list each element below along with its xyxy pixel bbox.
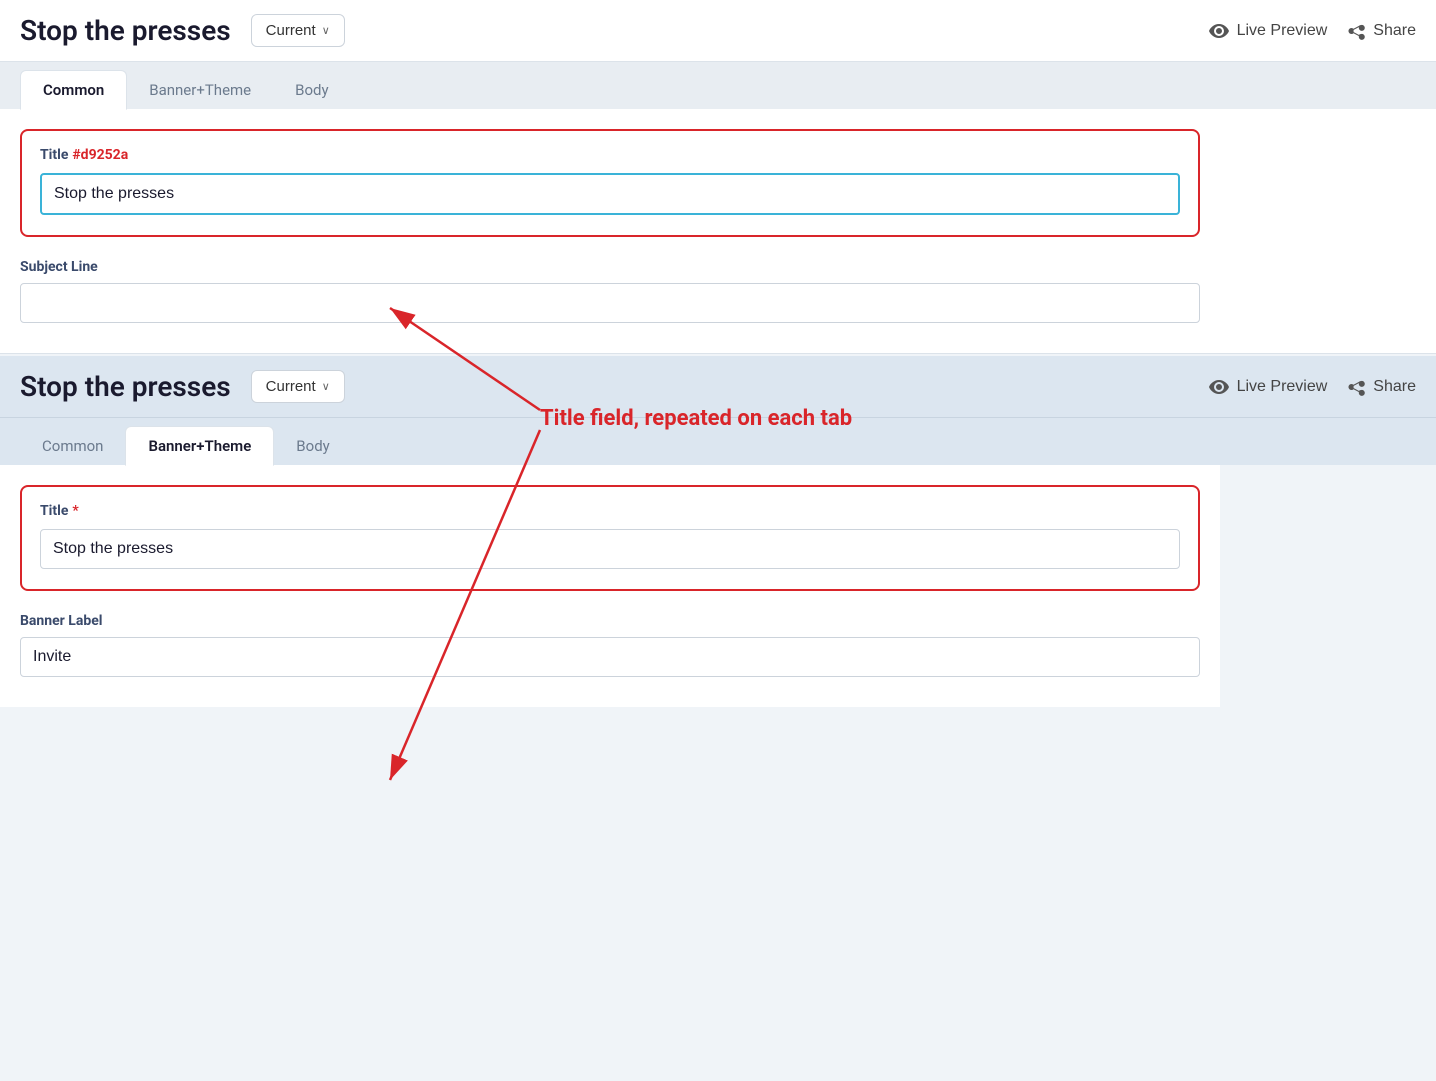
bottom-share-button[interactable]: Share (1347, 378, 1416, 396)
bottom-live-preview-label: Live Preview (1237, 378, 1328, 396)
top-current-button[interactable]: Current ∨ (251, 14, 345, 47)
top-share-label: Share (1373, 22, 1416, 40)
top-tab-common[interactable]: Common (20, 70, 127, 110)
bottom-header-actions: Live Preview Share (1209, 378, 1416, 396)
top-tab-body[interactable]: Body (273, 71, 350, 109)
share-icon (1347, 22, 1365, 40)
bottom-title-label: Title * (40, 503, 1180, 519)
bottom-live-preview-button[interactable]: Live Preview (1209, 378, 1328, 396)
bottom-share-icon (1347, 378, 1365, 396)
bottom-banner-label-section: Banner Label (20, 613, 1200, 677)
bottom-tab-body[interactable]: Body (274, 427, 351, 465)
bottom-header: Stop the presses Current ∨ Live Preview … (0, 356, 1436, 418)
top-header-actions: Live Preview Share (1209, 22, 1416, 40)
bottom-tabs-bar: Common Banner+Theme Body (0, 418, 1436, 465)
bottom-chevron-icon: ∨ (322, 380, 330, 393)
top-subject-label: Subject Line (20, 259, 1200, 275)
top-live-preview-button[interactable]: Live Preview (1209, 22, 1328, 40)
top-title-input[interactable] (40, 173, 1180, 215)
top-live-preview-label: Live Preview (1237, 22, 1328, 40)
bottom-page-title: Stop the presses (20, 370, 231, 403)
top-share-button[interactable]: Share (1347, 22, 1416, 40)
bottom-title-input[interactable] (40, 529, 1180, 569)
bottom-banner-input[interactable] (20, 637, 1200, 677)
top-title-section: Title #d9252a (20, 129, 1200, 237)
top-page-title: Stop the presses (20, 14, 231, 47)
bottom-current-label: Current (266, 378, 316, 395)
top-tab-banner-theme[interactable]: Banner+Theme (127, 71, 273, 109)
top-form-area: Title #d9252a Subject Line (0, 109, 1220, 353)
bottom-share-label: Share (1373, 378, 1416, 396)
top-tabs-bar: Common Banner+Theme Body (0, 62, 1436, 109)
bottom-title-section: Title * (20, 485, 1200, 591)
bottom-banner-label: Banner Label (20, 613, 1200, 629)
top-current-label: Current (266, 22, 316, 39)
top-subject-input[interactable] (20, 283, 1200, 323)
bottom-wrapper: Stop the presses Current ∨ Live Preview … (0, 356, 1436, 707)
bottom-title-required-star: * (72, 503, 78, 519)
bottom-tab-banner-theme[interactable]: Banner+Theme (125, 426, 274, 466)
top-chevron-icon: ∨ (322, 24, 330, 37)
top-title-required-star: #d9252a (72, 147, 128, 163)
top-title-label: Title #d9252a (40, 147, 1180, 163)
bottom-current-button[interactable]: Current ∨ (251, 370, 345, 403)
eye-icon (1209, 24, 1229, 38)
bottom-tab-common[interactable]: Common (20, 427, 125, 465)
top-subject-section: Subject Line (20, 259, 1200, 323)
bottom-eye-icon (1209, 380, 1229, 394)
top-header: Stop the presses Current ∨ Live Preview (0, 0, 1436, 62)
bottom-form-area: Title * Banner Label (0, 465, 1220, 707)
